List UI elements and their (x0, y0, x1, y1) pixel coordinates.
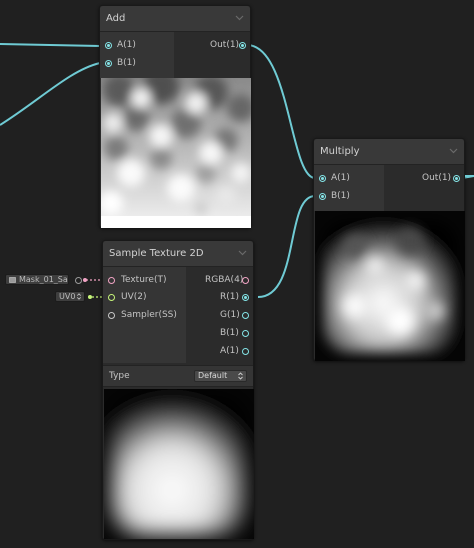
texture-icon (9, 277, 16, 283)
chevron-down-icon[interactable] (449, 146, 458, 155)
add-input-a[interactable]: A(1) (105, 39, 165, 53)
uv-input-port-icon[interactable] (108, 294, 115, 301)
g-output-port-icon[interactable] (242, 312, 249, 319)
type-property-row: Type Default (103, 365, 253, 387)
texture-asset-name: Mask_01_Sa (19, 275, 68, 284)
add-node-title: Add (106, 13, 126, 24)
add-node[interactable]: Add A(1) B(1) Out(1) (99, 5, 251, 228)
texture-wire-port-icon (83, 278, 87, 282)
multiply-input-a[interactable]: A(1) (319, 172, 379, 186)
add-input-a-port-icon[interactable] (105, 42, 112, 49)
wire-to-add-b (0, 62, 101, 126)
add-output-out[interactable]: Out(1) (198, 39, 248, 53)
add-output-out-label: Out(1) (210, 40, 240, 50)
sample-texture-output-a-label: A(1) (220, 346, 239, 356)
multiply-node-ports: A(1) B(1) Out(1) (314, 165, 464, 211)
add-input-b-label: B(1) (117, 58, 136, 68)
sample-texture-input-texture[interactable]: Texture(T) (108, 274, 183, 288)
dropdown-arrow-icon (77, 293, 81, 300)
multiply-output-out[interactable]: Out(1) (412, 172, 462, 186)
multiply-input-b-port-icon[interactable] (319, 193, 326, 200)
sample-texture-output-rgba[interactable]: RGBA(4) (193, 274, 251, 288)
add-preview-image (101, 78, 251, 228)
sample-texture-node-ports: Texture(T) UV(2) Sampler(SS) RGBA(4) R(1… (103, 267, 253, 363)
texture-field-selector-icon[interactable] (75, 277, 82, 284)
sample-texture-output-g[interactable]: G(1) (193, 309, 251, 323)
add-input-a-label: A(1) (117, 40, 136, 50)
multiply-input-b[interactable]: B(1) (319, 190, 379, 204)
sample-texture-input-sampler[interactable]: Sampler(SS) (108, 309, 183, 323)
chevron-down-icon[interactable] (235, 13, 244, 22)
sample-texture-output-r-label: R(1) (220, 292, 240, 302)
multiply-output-out-label: Out(1) (422, 173, 452, 183)
uv-channel-dropdown[interactable]: UV0 (55, 291, 85, 302)
sample-texture-preview-image (104, 389, 254, 539)
add-node-ports: A(1) B(1) Out(1) (100, 32, 250, 78)
texture-asset-field[interactable]: Mask_01_Sa (5, 274, 69, 285)
add-output-out-port-icon[interactable] (239, 42, 246, 49)
sample-texture-input-texture-label: Texture(T) (121, 275, 167, 285)
a-output-port-icon[interactable] (242, 348, 249, 355)
sample-texture-output-b-label: B(1) (220, 328, 239, 338)
sample-texture-output-g-label: G(1) (220, 310, 240, 320)
add-node-header[interactable]: Add (100, 6, 250, 32)
multiply-output-wire-stub (465, 175, 474, 177)
wire-to-add-a (0, 43, 101, 47)
wire-add-out-to-multiply-a (246, 44, 316, 179)
multiply-output-out-port-icon[interactable] (453, 175, 460, 182)
sample-texture-output-a[interactable]: A(1) (193, 345, 251, 359)
multiply-input-b-label: B(1) (331, 191, 350, 201)
sample-texture-output-b[interactable]: B(1) (193, 327, 251, 341)
multiply-input-a-label: A(1) (331, 173, 350, 183)
multiply-preview-image (315, 211, 465, 361)
sample-texture-input-uv[interactable]: UV(2) (108, 291, 183, 305)
rgba-output-port-icon[interactable] (242, 277, 249, 284)
sample-texture-output-rgba-label: RGBA(4) (205, 275, 244, 285)
sample-texture-input-sampler-label: Sampler(SS) (121, 310, 177, 320)
sample-texture-input-uv-label: UV(2) (121, 292, 147, 302)
wire-r-to-multiply-b (257, 195, 316, 298)
uv-channel-value: UV0 (59, 292, 76, 301)
r-output-port-icon[interactable] (242, 294, 249, 301)
dropdown-arrow-icon (238, 372, 243, 380)
sample-texture-node-title: Sample Texture 2D (109, 248, 204, 259)
type-property-label: Type (109, 371, 130, 381)
sample-texture-2d-node[interactable]: Sample Texture 2D Texture(T) UV(2) Sampl… (102, 240, 254, 540)
multiply-node[interactable]: Multiply A(1) B(1) Out(1) (313, 138, 465, 361)
multiply-node-header[interactable]: Multiply (314, 139, 464, 165)
add-input-b-port-icon[interactable] (105, 60, 112, 67)
type-dropdown[interactable]: Default (194, 370, 247, 382)
sample-texture-output-r[interactable]: R(1) (193, 291, 251, 305)
chevron-down-icon[interactable] (238, 248, 247, 257)
multiply-node-title: Multiply (320, 146, 360, 157)
type-dropdown-value: Default (198, 371, 228, 380)
sampler-input-port-icon[interactable] (108, 312, 115, 319)
add-input-b[interactable]: B(1) (105, 57, 165, 71)
texture-input-port-icon[interactable] (108, 277, 115, 284)
multiply-input-a-port-icon[interactable] (319, 175, 326, 182)
b-output-port-icon[interactable] (242, 330, 249, 337)
uv-wire-port-icon (88, 295, 92, 299)
sample-texture-node-header[interactable]: Sample Texture 2D (103, 241, 253, 267)
